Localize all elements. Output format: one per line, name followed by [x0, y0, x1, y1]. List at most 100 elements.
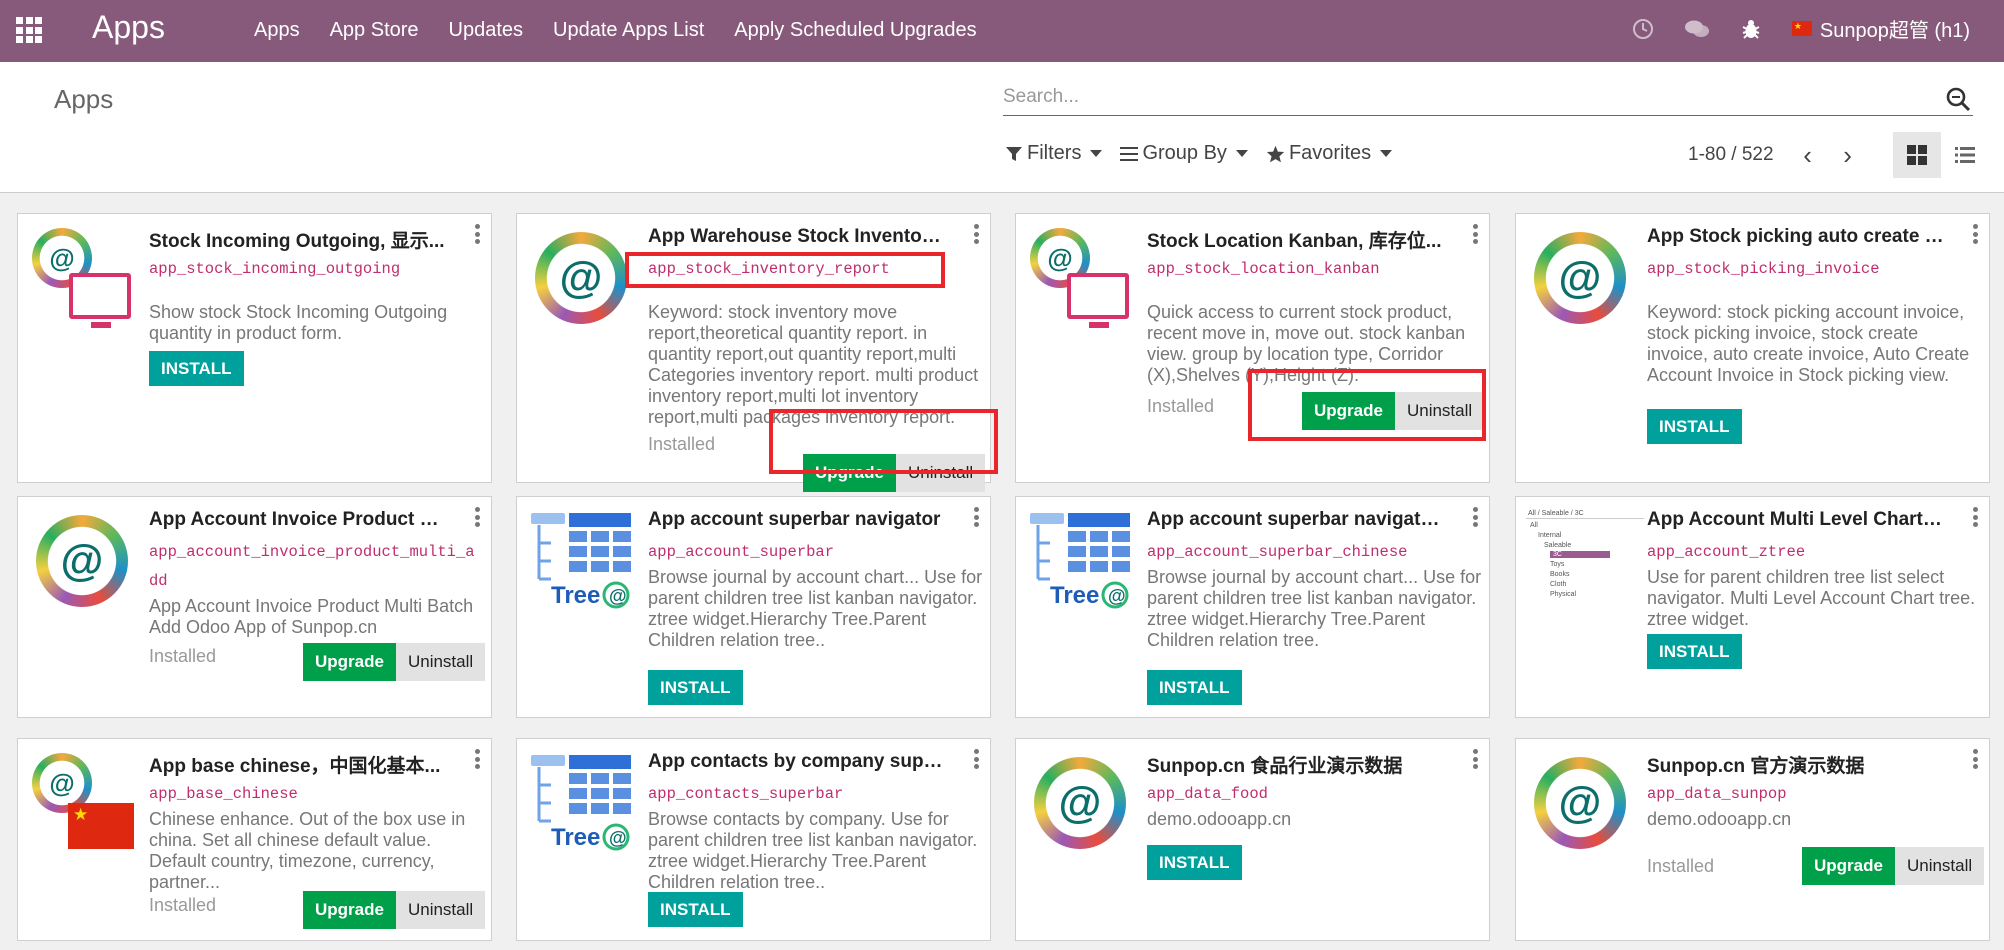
card-menu-icon[interactable]: [475, 749, 481, 769]
groupby-dropdown[interactable]: Group By: [1120, 142, 1248, 165]
app-description: Browse contacts by company. Use for pare…: [648, 809, 978, 892]
search-icon[interactable]: [1945, 86, 1971, 112]
app-actions: Upgrade Uninstall: [803, 454, 986, 492]
app-logo-icon: @: [1030, 228, 1140, 338]
installed-status: Installed: [1647, 856, 1715, 876]
upgrade-button[interactable]: Upgrade: [303, 643, 396, 681]
upgrade-button[interactable]: Upgrade: [303, 891, 396, 929]
card-menu-icon[interactable]: [974, 224, 980, 244]
filters-label: Filters: [1027, 142, 1082, 164]
pager-next-icon[interactable]: ›: [1828, 142, 1868, 168]
installed-status: Installed: [1147, 396, 1215, 416]
uninstall-button[interactable]: Uninstall: [895, 454, 986, 492]
app-technical-name: app_stock_inventory_report: [648, 260, 890, 278]
company-flag-icon: [1791, 21, 1812, 36]
install-button[interactable]: INSTALL: [149, 351, 244, 386]
svg-text:@: @: [609, 828, 627, 848]
app-card[interactable]: @ App Warehouse Stock Inventory... app_s…: [516, 213, 991, 492]
install-button[interactable]: INSTALL: [1147, 670, 1242, 705]
app-card[interactable]: @ App Stock picking auto create in... ap…: [1515, 213, 1990, 483]
app-description: Browse journal by account chart... Use f…: [648, 567, 983, 650]
install-button[interactable]: INSTALL: [648, 892, 743, 927]
app-technical-name: app_account_superbar_chinese: [1147, 543, 1408, 561]
pager: 1-80 / 522 ‹ ›: [1688, 142, 1868, 168]
app-description: Show stock Stock Incoming Outgoing quant…: [149, 302, 448, 343]
uninstall-button[interactable]: Uninstall: [395, 643, 486, 681]
bug-icon[interactable]: [1738, 16, 1764, 42]
card-menu-icon[interactable]: [475, 507, 481, 527]
app-card[interactable]: @ App Account Invoice Product M... app_a…: [17, 496, 492, 718]
app-card[interactable]: All / Saleable / 3C All Internal Saleabl…: [1515, 496, 1990, 718]
card-menu-icon[interactable]: [1473, 507, 1479, 527]
app-brand[interactable]: Apps: [92, 9, 165, 46]
systray: Sunpop超管 (h1): [1602, 14, 1970, 43]
list-view-icon[interactable]: [1941, 132, 1989, 178]
install-button[interactable]: INSTALL: [1147, 845, 1242, 880]
card-menu-icon[interactable]: [974, 507, 980, 527]
filters-dropdown[interactable]: Filters: [1005, 142, 1103, 165]
app-logo-icon: @: [32, 753, 142, 863]
favorites-dropdown[interactable]: Favorites: [1266, 142, 1393, 165]
pager-previous-icon[interactable]: ‹: [1788, 142, 1828, 168]
clock-icon[interactable]: [1630, 16, 1656, 42]
upgrade-button[interactable]: Upgrade: [1802, 847, 1895, 885]
card-menu-icon[interactable]: [1973, 507, 1979, 527]
app-card[interactable]: @ Sunpop.cn 官方演示数据 app_data_sunpop demo.…: [1515, 738, 1990, 941]
menu-updates[interactable]: Updates: [449, 19, 524, 42]
svg-text:@: @: [609, 586, 627, 606]
menu-apply-scheduled-upgrades[interactable]: Apply Scheduled Upgrades: [734, 19, 976, 42]
app-card[interactable]: @ Stock Location Kanban, 库存位... app_stoc…: [1015, 213, 1490, 483]
star-icon: [1266, 145, 1285, 162]
install-button[interactable]: INSTALL: [648, 670, 743, 705]
app-description: App Account Invoice Product Multi Batch …: [149, 596, 474, 637]
app-technical-name: app_stock_incoming_outgoing: [149, 260, 401, 278]
kanban-view-icon[interactable]: [1893, 132, 1941, 178]
app-title: App Account Multi Level Chart, ...: [1647, 509, 1947, 530]
menu-apps[interactable]: Apps: [254, 19, 300, 42]
card-menu-icon[interactable]: [475, 224, 481, 244]
app-card[interactable]: Tree @ App account superbar navigator...…: [1015, 496, 1490, 718]
upgrade-button[interactable]: Upgrade: [803, 454, 896, 492]
app-card[interactable]: Tree @ App contacts by company super... …: [516, 738, 991, 941]
ztree-preview-image: All / Saleable / 3C All Internal Saleabl…: [1526, 509, 1644, 619]
card-menu-icon[interactable]: [974, 749, 980, 769]
app-title: App account superbar navigator: [648, 509, 941, 530]
app-card[interactable]: @ Stock Incoming Outgoing, 显示... app_sto…: [17, 213, 492, 483]
app-technical-name: app_stock_location_kanban: [1147, 260, 1380, 278]
svg-text:Tree: Tree: [551, 582, 600, 609]
app-actions: Upgrade Uninstall: [303, 891, 486, 929]
pager-value[interactable]: 1-80 / 522: [1688, 144, 1774, 166]
app-card[interactable]: @ Sunpop.cn 食品行业演示数据 app_data_food demo.…: [1015, 738, 1490, 941]
install-button[interactable]: INSTALL: [1647, 409, 1742, 444]
card-menu-icon[interactable]: [1973, 224, 1979, 244]
uninstall-button[interactable]: Uninstall: [395, 891, 486, 929]
favorites-label: Favorites: [1288, 142, 1372, 164]
app-card[interactable]: Tree @ App account superbar navigator ap…: [516, 496, 991, 718]
card-menu-icon[interactable]: [1473, 749, 1479, 769]
menu-app-store[interactable]: App Store: [330, 19, 419, 42]
app-description: Browse journal by account chart... Use f…: [1147, 567, 1482, 650]
filter-icon: [1006, 146, 1022, 161]
card-menu-icon[interactable]: [1473, 224, 1479, 244]
upgrade-button[interactable]: Upgrade: [1302, 392, 1395, 430]
app-actions: Upgrade Uninstall: [1302, 392, 1485, 430]
card-menu-icon[interactable]: [1973, 749, 1979, 769]
installed-status: Installed: [149, 895, 217, 915]
user-menu[interactable]: Sunpop超管 (h1): [1791, 14, 1970, 43]
china-flag-icon: [68, 803, 134, 849]
app-title: App Warehouse Stock Inventory...: [648, 226, 948, 247]
menu-update-apps-list[interactable]: Update Apps List: [553, 19, 704, 42]
install-button[interactable]: INSTALL: [1647, 634, 1742, 669]
uninstall-button[interactable]: Uninstall: [1394, 392, 1485, 430]
chat-icon[interactable]: [1684, 16, 1710, 42]
app-technical-name: app_data_sunpop: [1647, 785, 1787, 803]
search-options: Filters Group By Favorites: [1005, 142, 1410, 165]
uninstall-button[interactable]: Uninstall: [1894, 847, 1985, 885]
app-logo-icon: All / Saleable / 3C All Internal Saleabl…: [1526, 509, 1644, 619]
app-title: App base chinese，中国化基本...: [149, 756, 441, 777]
app-card[interactable]: @ App base chinese，中国化基本... app_base_chi…: [17, 738, 492, 941]
search-input[interactable]: [1003, 80, 1933, 114]
app-description: Quick access to current stock product, r…: [1147, 302, 1466, 385]
installed-status: Installed: [648, 434, 716, 454]
apps-grid-icon[interactable]: [16, 17, 42, 43]
